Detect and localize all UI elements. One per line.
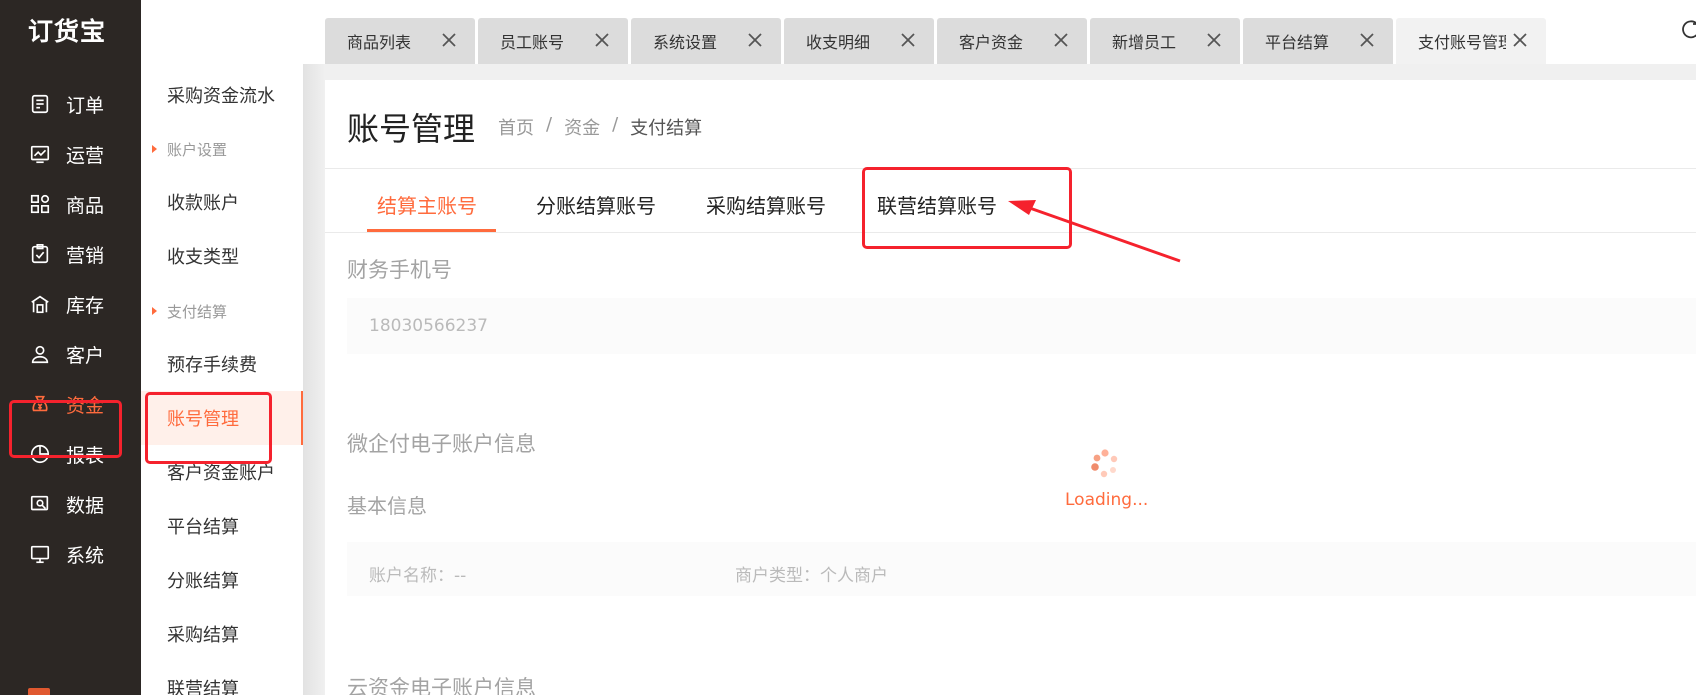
merchant-type: 商户类型：个人商户 xyxy=(735,566,888,586)
marketing-badge-icon xyxy=(28,242,52,266)
nav-item-report[interactable]: 报表 xyxy=(0,432,141,476)
submenu-group-payment: 支付结算 xyxy=(141,296,303,326)
submenu-item-receive-account[interactable]: 收款账户 xyxy=(141,175,303,229)
tab-purchase-settlement-account[interactable]: 采购结算账号 xyxy=(706,190,826,219)
submenu-item-purchase-flow[interactable]: 采购资金流水 xyxy=(141,68,303,122)
nav-item-label: 客户 xyxy=(66,344,105,367)
close-icon[interactable] xyxy=(1355,28,1379,52)
phone-field[interactable] xyxy=(347,298,1696,354)
tab-income-expense[interactable]: 收支明细 xyxy=(784,18,934,64)
nav-item-label: 营销 xyxy=(66,244,105,267)
tab-label: 员工账号 xyxy=(500,33,565,52)
nav-item-fund[interactable]: 资金 xyxy=(0,382,141,426)
nav-item-inventory[interactable]: 库存 xyxy=(0,282,141,326)
monitor-icon xyxy=(28,542,52,566)
refresh-icon[interactable] xyxy=(1680,18,1696,40)
order-icon xyxy=(28,92,52,116)
tab-label: 商品列表 xyxy=(347,33,412,52)
close-icon[interactable] xyxy=(437,28,461,52)
nav-item-label: 库存 xyxy=(66,294,105,317)
tabs-divider xyxy=(325,232,1696,233)
close-icon[interactable] xyxy=(743,28,767,52)
header-divider xyxy=(325,168,1696,169)
tab-label: 收支明细 xyxy=(806,33,871,52)
close-icon[interactable] xyxy=(1049,28,1073,52)
nav-item-label: 报表 xyxy=(66,444,105,467)
tab-joint-settlement-account[interactable]: 联营结算账号 xyxy=(877,190,997,219)
product-grid-icon xyxy=(28,192,52,216)
weiqifu-account-title: 微企付电子账户信息 xyxy=(347,432,536,456)
breadcrumb: 首页 / 资金 / 支付结算 xyxy=(498,114,702,140)
money-bag-icon xyxy=(28,392,52,416)
close-icon[interactable] xyxy=(1202,28,1226,52)
submenu-item-purchase-settlement[interactable]: 采购结算 xyxy=(141,607,303,661)
data-search-icon xyxy=(28,492,52,516)
user-icon xyxy=(28,342,52,366)
submenu-item-account-management[interactable]: 账号管理 xyxy=(141,391,303,445)
tab-label: 平台结算 xyxy=(1265,33,1330,52)
nav-item-label: 订单 xyxy=(66,94,105,117)
breadcrumb-separator: / xyxy=(612,114,619,135)
nav-item-system[interactable]: 系统 xyxy=(0,532,141,576)
close-icon[interactable] xyxy=(896,28,920,52)
basic-info-box xyxy=(347,542,1696,596)
nav-item-label: 数据 xyxy=(66,494,105,517)
phone-value: 18030566237 xyxy=(369,316,488,336)
loading-text: Loading... xyxy=(1065,490,1149,510)
tab-label: 系统设置 xyxy=(653,33,718,52)
tab-staff-account[interactable]: 员工账号 xyxy=(478,18,628,64)
submenu-item-income-type[interactable]: 收支类型 xyxy=(141,229,303,283)
nav-next-item-icon xyxy=(28,688,50,695)
sub-menu: 采购资金流水 账户设置 收款账户 收支类型 支付结算 预存手续费 账号管理 客户… xyxy=(141,0,303,695)
app-logo: 订货宝 xyxy=(28,17,107,46)
operation-chart-icon xyxy=(28,142,52,166)
tab-main-settlement-account[interactable]: 结算主账号 xyxy=(377,190,477,219)
submenu-item-prepay-fee[interactable]: 预存手续费 xyxy=(141,337,303,391)
submenu-item-customer-fund-account[interactable]: 客户资金账户 xyxy=(141,445,303,499)
phone-label: 财务手机号 xyxy=(347,258,452,282)
nav-item-customer[interactable]: 客户 xyxy=(0,332,141,376)
tab-add-staff[interactable]: 新增员工 xyxy=(1090,18,1240,64)
tab-label: 支付账号管理 xyxy=(1418,33,1506,52)
nav-item-operation[interactable]: 运营 xyxy=(0,132,141,176)
pie-chart-icon xyxy=(28,442,52,466)
content-shadow xyxy=(303,64,325,695)
tab-split-settlement-account[interactable]: 分账结算账号 xyxy=(536,190,656,219)
nav-item-label: 运营 xyxy=(66,144,105,167)
cloud-fund-account-title: 云资金电子账户信息 xyxy=(347,676,536,695)
nav-item-product[interactable]: 商品 xyxy=(0,182,141,226)
nav-item-order[interactable]: 订单 xyxy=(0,82,141,126)
nav-item-marketing[interactable]: 营销 xyxy=(0,232,141,276)
warehouse-icon xyxy=(28,292,52,316)
tab-label: 客户资金 xyxy=(959,33,1024,52)
submenu-group-account-settings: 账户设置 xyxy=(141,134,303,164)
main-content: 账号管理 首页 / 资金 / 支付结算 结算主账号 分账结算账号 采购结算账号 … xyxy=(325,80,1696,695)
nav-item-label: 系统 xyxy=(66,544,105,567)
tab-label: 新增员工 xyxy=(1112,33,1177,52)
submenu-item-platform-settlement[interactable]: 平台结算 xyxy=(141,499,303,553)
breadcrumb-home[interactable]: 首页 xyxy=(498,114,534,140)
breadcrumb-separator: / xyxy=(546,114,553,135)
submenu-item-split-settlement[interactable]: 分账结算 xyxy=(141,553,303,607)
page-title: 账号管理 xyxy=(347,110,476,148)
tab-customer-fund[interactable]: 客户资金 xyxy=(937,18,1087,64)
submenu-item-joint-settlement[interactable]: 联营结算 xyxy=(141,661,303,695)
breadcrumb-fund[interactable]: 资金 xyxy=(564,114,600,140)
close-icon[interactable] xyxy=(590,28,614,52)
nav-item-data[interactable]: 数据 xyxy=(0,482,141,526)
nav-item-label: 商品 xyxy=(66,194,105,217)
nav-item-label: 资金 xyxy=(66,394,105,417)
loading-spinner-icon xyxy=(1091,449,1118,478)
tab-platform-settlement[interactable]: 平台结算 xyxy=(1243,18,1393,64)
tab-payment-account-management[interactable]: 支付账号管理 xyxy=(1396,18,1546,64)
tab-system-settings[interactable]: 系统设置 xyxy=(631,18,781,64)
basic-info-title: 基本信息 xyxy=(347,494,427,518)
breadcrumb-current: 支付结算 xyxy=(630,118,703,139)
account-name: 账户名称：-- xyxy=(369,566,467,586)
main-nav: 订货宝 订单 运营 商品 营销 库存 客户 资金 报表 数据 系统 xyxy=(0,0,141,695)
close-icon[interactable] xyxy=(1508,28,1532,52)
tab-product-list[interactable]: 商品列表 xyxy=(325,18,475,64)
